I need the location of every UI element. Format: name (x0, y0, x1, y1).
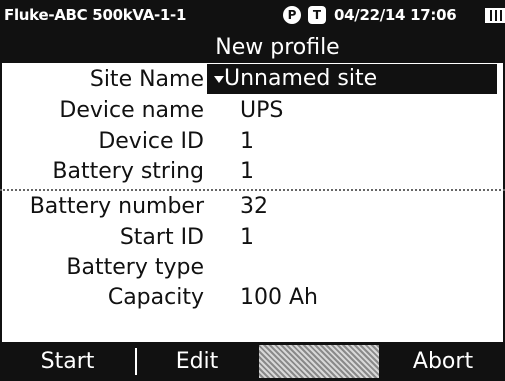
capacity-label: Capacity (107, 285, 204, 310)
battery-string-value: 1 (240, 159, 254, 184)
page-title: New profile (0, 33, 505, 63)
row-battery-type[interactable]: Battery type (0, 252, 505, 284)
status-bar: Fluke-ABC 500kVA-1-1 P T 04/22/14 17:06 (0, 0, 505, 33)
softkey-bar: Start Edit Abort (0, 342, 505, 381)
device-name: Fluke-ABC 500kVA-1-1 (4, 6, 187, 24)
device-id-label: Device ID (98, 129, 204, 154)
battery-type-label: Battery type (66, 255, 204, 280)
row-start-id[interactable]: Start ID 1 (0, 222, 505, 254)
site-name-dropdown[interactable]: Unnamed site (207, 64, 497, 94)
site-name-value: Unnamed site (224, 66, 378, 91)
device-name-value: UPS (240, 98, 284, 123)
capacity-value: 100 Ah (240, 285, 318, 310)
datetime: 04/22/14 17:06 (334, 6, 457, 24)
start-id-value: 1 (240, 225, 254, 250)
row-device-id[interactable]: Device ID 1 (0, 126, 505, 158)
p-indicator-icon: P (283, 6, 301, 24)
disabled-softkey (259, 345, 379, 378)
battery-string-label: Battery string (52, 159, 204, 184)
t-indicator-icon: T (308, 6, 326, 24)
start-softkey[interactable]: Start (0, 342, 135, 381)
meter-screen: Fluke-ABC 500kVA-1-1 P T 04/22/14 17:06 … (0, 0, 505, 381)
abort-softkey[interactable]: Abort (381, 342, 505, 381)
site-name-label: Site Name (89, 67, 204, 92)
device-id-value: 1 (240, 129, 254, 154)
edit-softkey[interactable]: Edit (137, 342, 257, 381)
row-device-name[interactable]: Device name UPS (0, 95, 505, 127)
start-id-label: Start ID (119, 225, 204, 250)
battery-icon (485, 8, 505, 23)
device-name-label: Device name (59, 98, 204, 123)
row-battery-number[interactable]: Battery number 32 (0, 191, 505, 223)
battery-number-value: 32 (240, 194, 268, 219)
row-battery-string[interactable]: Battery string 1 (0, 156, 505, 188)
row-site-name[interactable]: Site Name Unnamed site (0, 64, 505, 96)
row-capacity[interactable]: Capacity 100 Ah (0, 282, 505, 314)
dropdown-caret-icon (214, 76, 224, 83)
battery-number-label: Battery number (29, 194, 204, 219)
